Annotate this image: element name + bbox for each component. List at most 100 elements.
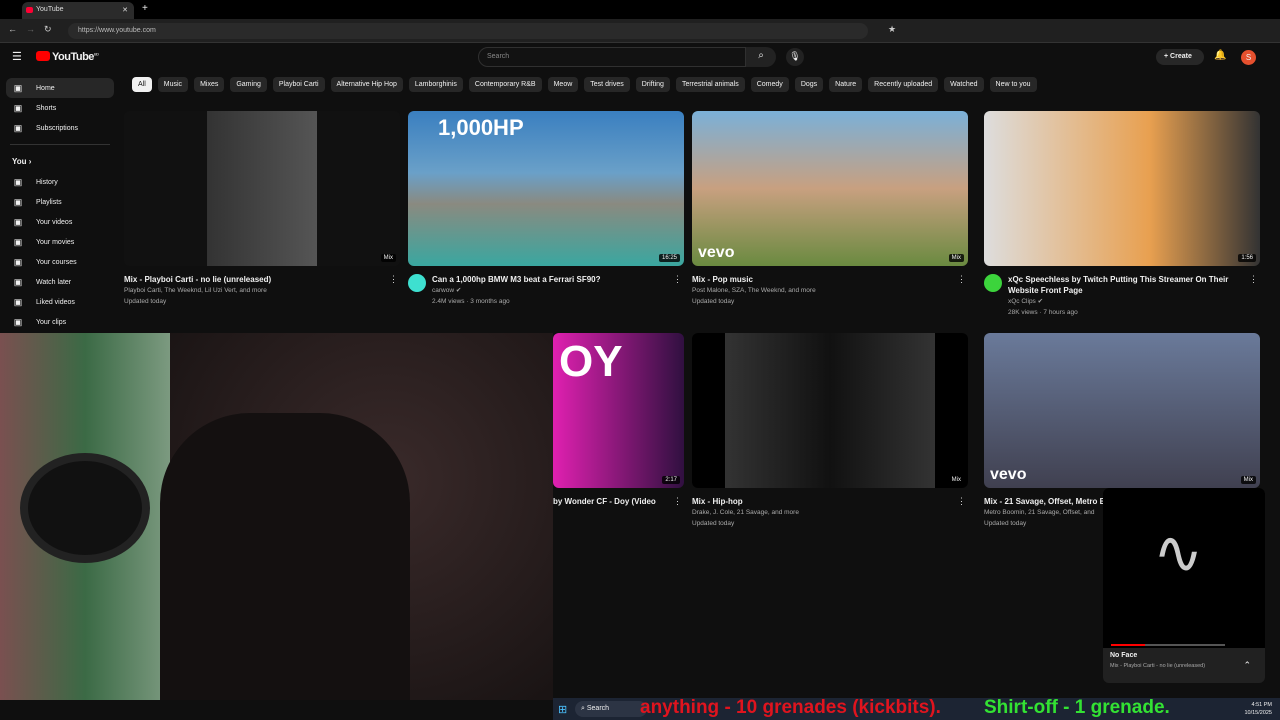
new-tab-icon[interactable]: + <box>142 3 148 14</box>
video-card[interactable]: OY 2:17 by Wonder CF - Doy (Video ⋮ <box>553 333 684 507</box>
shorts-icon: ▣ <box>13 102 23 113</box>
more-options-icon[interactable]: ⋮ <box>389 274 398 285</box>
search-input[interactable]: Search <box>478 47 746 67</box>
voice-search-button[interactable]: 🎙 <box>786 48 804 66</box>
chip-contemporary-r-b[interactable]: Contemporary R&B <box>468 77 542 92</box>
browser-tab[interactable]: YouTube ✕ <box>22 2 134 19</box>
sidebar-item-liked-videos[interactable]: ▣ Liked videos <box>0 292 120 312</box>
video-meta-line1[interactable]: Drake, J. Cole, 21 Savage, and more <box>692 507 968 518</box>
filter-chips: All Music Mixes Gaming Playboi Carti Alternat… <box>132 77 1037 92</box>
video-thumbnail[interactable]: Mix <box>124 111 400 266</box>
close-tab-icon[interactable]: ✕ <box>122 6 128 14</box>
video-thumbnail[interactable]: 1:56 <box>984 111 1260 266</box>
duration-badge: Mix <box>1240 476 1256 484</box>
sidebar-item-your-clips[interactable]: ▣ Your clips <box>0 312 120 332</box>
channel-avatar[interactable] <box>984 274 1002 292</box>
chip-dogs[interactable]: Dogs <box>794 77 824 92</box>
chip-recently-uploaded[interactable]: Recently uploaded <box>868 77 939 92</box>
chip-playboi-carti[interactable]: Playboi Carti <box>272 77 325 92</box>
video-title[interactable]: Mix - Pop music <box>692 274 968 285</box>
video-card[interactable]: 1,000HP 16:25 Can a 1,000hp BMW M3 beat a … <box>408 111 684 307</box>
sidebar-item-home[interactable]: ▣ Home <box>6 78 114 98</box>
channel-avatar[interactable] <box>408 274 426 292</box>
miniplayer-title: No Face <box>1110 652 1138 659</box>
back-icon[interactable]: ← <box>8 24 17 34</box>
video-thumbnail[interactable]: vevo Mix <box>984 333 1260 488</box>
bookmark-star-icon[interactable]: ★ <box>888 24 896 35</box>
video-title[interactable]: Can a 1,000hp BMW M3 beat a Ferrari SF90… <box>432 274 684 285</box>
taskbar-clock[interactable]: 4:51 PM 10/15/2025 <box>1244 701 1272 717</box>
youtube-logo[interactable]: YouTubeBD <box>36 51 99 63</box>
menu-icon[interactable]: ☰ <box>12 50 22 63</box>
video-card[interactable]: 1:56 xQc Speechless by Twitch Putting Thi… <box>984 111 1260 318</box>
browser-tab-bar: YouTube ✕ + <box>0 0 1280 19</box>
duration-badge: Mix <box>948 476 964 484</box>
video-thumbnail[interactable]: Mix <box>692 333 968 488</box>
windows-start-icon[interactable]: ⊞ <box>558 703 567 716</box>
thumbs-up-icon: ▣ <box>13 296 23 307</box>
sidebar-item-shorts[interactable]: ▣ Shorts <box>0 98 120 118</box>
miniplayer[interactable]: ∿ No Face Mix - Playboi Carti - no lie (… <box>1103 488 1265 683</box>
video-card[interactable]: vevo Mix Mix - Pop music Post Malone, SZA, … <box>692 111 968 307</box>
more-options-icon[interactable]: ⋮ <box>957 274 966 285</box>
scissors-icon: ▣ <box>13 316 23 327</box>
sidebar-item-your-videos[interactable]: ▣ Your videos <box>0 212 120 232</box>
miniplayer-video[interactable]: ∿ <box>1103 488 1265 648</box>
video-meta-line1[interactable]: xQc Clips ✔ <box>1008 296 1260 307</box>
video-title[interactable]: xQc Speechless by Twitch Putting This St… <box>1008 274 1260 296</box>
chip-drifting[interactable]: Drifting <box>635 77 670 92</box>
chip-meow[interactable]: Meow <box>547 77 579 92</box>
forward-icon[interactable]: → <box>26 24 35 34</box>
sidebar-item-history[interactable]: ▣ History <box>0 172 120 192</box>
chip-new-to-you[interactable]: New to you <box>989 77 1037 92</box>
video-meta-line1[interactable]: carwow ✔ <box>432 285 684 296</box>
taskbar-search[interactable]: ⌕ Search <box>575 701 647 717</box>
video-meta-line2: 28K views · 7 hours ago <box>1008 309 1078 316</box>
video-meta-line2: Updated today <box>692 298 735 305</box>
reload-icon[interactable]: ↻ <box>44 24 52 35</box>
thumbnail-text: 1,000HP <box>438 115 524 140</box>
more-options-icon[interactable]: ⋮ <box>957 496 966 507</box>
url-input[interactable]: https://www.youtube.com <box>68 23 868 39</box>
video-thumbnail[interactable]: OY 2:17 <box>553 333 684 488</box>
chip-comedy[interactable]: Comedy <box>750 77 789 92</box>
search-icon: ⌕ <box>758 50 764 61</box>
video-card[interactable]: Mix Mix - Playboi Carti - no lie (unrelea… <box>124 111 400 307</box>
chip-all[interactable]: All <box>132 77 152 92</box>
video-thumbnail[interactable]: 1,000HP 16:25 <box>408 111 684 266</box>
sidebar-item-your-movies[interactable]: ▣ Your movies <box>0 232 120 252</box>
your-videos-icon: ▣ <box>13 216 23 227</box>
video-meta-line1[interactable]: Playboi Carti, The Weeknd, Lil Uzi Vert,… <box>124 285 400 296</box>
chip-music[interactable]: Music <box>157 77 189 92</box>
video-title[interactable]: by Wonder CF - Doy (Video <box>553 496 684 507</box>
chip-nature[interactable]: Nature <box>829 77 863 92</box>
sidebar-item-watch-later[interactable]: ▣ Watch later <box>0 272 120 292</box>
sidebar-item-playlists[interactable]: ▣ Playlists <box>0 192 120 212</box>
stream-overlay-red-text: anything - 10 grenades (kickbits). <box>640 697 941 718</box>
more-options-icon[interactable]: ⋮ <box>1249 274 1258 285</box>
chip-gaming[interactable]: Gaming <box>230 77 267 92</box>
chip-terrestrial-animals[interactable]: Terrestrial animals <box>675 77 745 92</box>
video-thumbnail[interactable]: vevo Mix <box>692 111 968 266</box>
chip-mixes[interactable]: Mixes <box>194 77 225 92</box>
chip-lamborghinis[interactable]: Lamborghinis <box>408 77 463 92</box>
more-options-icon[interactable]: ⋮ <box>673 496 682 507</box>
miniplayer-progress[interactable] <box>1111 644 1225 646</box>
webcam-microphone <box>20 453 150 563</box>
expand-chevron-icon[interactable]: ⌃ <box>1243 660 1251 671</box>
sidebar-item-your-courses[interactable]: ▣ Your courses <box>0 252 120 272</box>
video-meta-line1[interactable]: Post Malone, SZA, The Weeknd, and more <box>692 285 968 296</box>
sidebar-item-subscriptions[interactable]: ▣ Subscriptions <box>0 118 120 138</box>
create-button[interactable]: + Create <box>1156 49 1204 65</box>
search-button[interactable]: ⌕ <box>746 47 776 67</box>
video-title[interactable]: Mix - Hip-hop <box>692 496 968 507</box>
chip-watched[interactable]: Watched <box>944 77 984 92</box>
chip-test-drives[interactable]: Test drives <box>584 77 630 92</box>
video-title[interactable]: Mix - Playboi Carti - no lie (unreleased… <box>124 274 400 285</box>
avatar[interactable]: S <box>1241 50 1256 65</box>
you-section-header[interactable]: You › <box>0 151 120 172</box>
notifications-bell-icon[interactable]: 🔔 <box>1214 50 1226 61</box>
more-options-icon[interactable]: ⋮ <box>673 274 682 285</box>
video-card[interactable]: Mix Mix - Hip-hop Drake, J. Cole, 21 Savag… <box>692 333 968 529</box>
chip-alternative-hip-hop[interactable]: Alternative Hip Hop <box>330 77 403 92</box>
